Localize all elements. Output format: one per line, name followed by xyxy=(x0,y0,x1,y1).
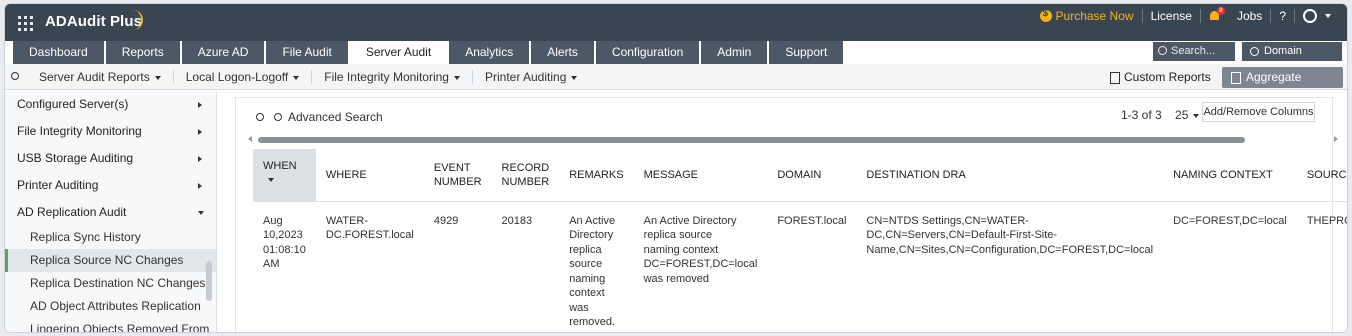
sidebar-item-ad-replication-audit[interactable]: AD Replication Audit xyxy=(5,199,216,226)
coin-icon xyxy=(1039,8,1052,22)
table-row[interactable]: Aug 10,2023 01:08:10 AM WATER- DC.FOREST… xyxy=(253,201,1347,330)
events-table: WHEN WHERE EVENT NUMBER RECORD NUMBER REMA… xyxy=(253,149,1347,330)
sidebar-item-lingering-objects[interactable]: Lingering Objects Removed From xyxy=(5,318,216,332)
table-header-row: WHEN WHERE EVENT NUMBER RECORD NUMBER REMA… xyxy=(253,149,1347,202)
chevron-right-icon xyxy=(198,129,202,135)
license-link[interactable]: License xyxy=(1143,4,1200,28)
advanced-search-icon xyxy=(274,113,282,121)
cell-when: Aug 10,2023 01:08:10 AM xyxy=(263,214,306,271)
chevron-down-icon xyxy=(293,75,300,80)
subnav-printer-auditing[interactable]: Printer Auditing xyxy=(473,70,589,84)
page-size-select[interactable]: 25 xyxy=(1175,108,1200,122)
subnav-server-audit-reports[interactable]: Server Audit Reports xyxy=(27,70,174,84)
main-tabs: Dashboard Reports Azure AD File Audit Se… xyxy=(13,41,845,64)
sidebar-item-replica-source-nc-changes[interactable]: Replica Source NC Changes xyxy=(5,249,216,272)
sidebar-item-ad-object-attributes-replication[interactable]: AD Object Attributes Replication xyxy=(5,295,216,318)
cell-message: An Active Directory replica source namin… xyxy=(643,214,758,285)
sidebar-item-file-integrity-monitoring[interactable]: File Integrity Monitoring xyxy=(5,118,216,145)
horizontal-scrollbar[interactable] xyxy=(248,135,1338,145)
column-header-message[interactable]: MESSAGE xyxy=(633,149,768,202)
cell-naming-context: DC=FOREST,DC=local xyxy=(1173,214,1287,227)
bell-icon: 8 xyxy=(1209,7,1225,22)
sidebar-item-usb-storage-auditing[interactable]: USB Storage Auditing xyxy=(5,145,216,172)
advanced-search-link[interactable]: Advanced Search xyxy=(288,110,383,124)
report-panel: Advanced Search 1-3 of 3 25 Add/Remove C… xyxy=(235,97,1347,332)
chevron-down-icon xyxy=(154,75,161,80)
tab-dashboard[interactable]: Dashboard xyxy=(13,41,104,64)
sort-desc-icon xyxy=(268,178,274,182)
chevron-right-icon xyxy=(198,183,202,189)
cell-destination-dra: CN=NTDS Settings,CN=WATER- DC,CN=Servers… xyxy=(866,214,1154,256)
search-input[interactable]: Search... xyxy=(1153,42,1235,61)
tab-admin[interactable]: Admin xyxy=(701,41,768,64)
tab-configuration[interactable]: Configuration xyxy=(595,41,700,64)
cell-domain: FOREST.local xyxy=(777,214,847,227)
sidebar-item-replica-sync-history[interactable]: Replica Sync History xyxy=(5,226,216,249)
sidebar-collapse-handle[interactable] xyxy=(206,261,212,301)
chevron-down-icon xyxy=(571,75,578,80)
sidebar: Configured Server(s) File Integrity Moni… xyxy=(5,91,217,332)
aggregate-reports-button[interactable]: Aggregate Reports xyxy=(1222,67,1343,105)
subnav-file-integrity-monitoring[interactable]: File Integrity Monitoring xyxy=(312,70,473,84)
add-remove-columns-button[interactable]: Add/Remove Columns xyxy=(1202,102,1315,122)
user-icon xyxy=(1303,9,1317,23)
top-bar: ADAudit Plus Purchase Now License 8 Jobs… xyxy=(5,4,1347,41)
scroll-right-icon[interactable] xyxy=(1334,136,1338,142)
column-header-when[interactable]: WHEN xyxy=(253,149,316,202)
tab-analytics[interactable]: Analytics xyxy=(449,41,530,64)
cell-event-number: 4929 xyxy=(433,214,459,227)
sidebar-item-replica-destination-nc-changes[interactable]: Replica Destination NC Changes xyxy=(5,272,216,295)
column-header-where[interactable]: WHERE xyxy=(315,149,424,202)
tab-file-audit[interactable]: File Audit xyxy=(266,41,348,64)
tab-alerts[interactable]: Alerts xyxy=(531,41,594,64)
scroll-left-icon[interactable] xyxy=(248,136,252,142)
cell-source-address: THEPROFESSOR.FOR xyxy=(1306,214,1347,227)
column-header-domain[interactable]: DOMAIN xyxy=(767,149,857,202)
chevron-right-icon xyxy=(198,102,202,108)
purchase-now-link[interactable]: Purchase Now xyxy=(1032,4,1142,28)
user-menu[interactable] xyxy=(1295,4,1339,28)
column-header-event-number[interactable]: EVENT NUMBER xyxy=(423,149,492,202)
subnav-local-logon-logoff[interactable]: Local Logon-Logoff xyxy=(174,70,313,84)
search-icon[interactable] xyxy=(11,72,19,80)
tab-reports[interactable]: Reports xyxy=(105,41,180,64)
chevron-right-icon xyxy=(198,156,202,162)
column-header-destination-dra[interactable]: DESTINATION DRA xyxy=(856,149,1164,202)
app-grid-icon[interactable] xyxy=(18,16,33,31)
cell-remarks: An Active Directory replica source namin… xyxy=(569,214,616,329)
pagination: 1-3 of 3 25 xyxy=(1121,108,1200,122)
jobs-link[interactable]: Jobs xyxy=(1229,4,1270,28)
sidebar-item-printer-auditing[interactable]: Printer Auditing xyxy=(5,172,216,199)
sidebar-item-configured-servers[interactable]: Configured Server(s) xyxy=(5,91,216,118)
chevron-down-icon xyxy=(1325,14,1331,18)
advanced-search-bar[interactable]: Advanced Search xyxy=(256,110,383,124)
top-right-menu: Purchase Now License 8 Jobs ? xyxy=(1032,4,1339,28)
app-logo: ADAudit Plus xyxy=(45,13,143,30)
tab-server-audit[interactable]: Server Audit xyxy=(349,41,448,64)
cell-where: WATER- DC.FOREST.local xyxy=(325,214,414,242)
chevron-down-icon xyxy=(198,211,204,215)
notifications-button[interactable]: 8 xyxy=(1201,4,1229,28)
help-button[interactable]: ? xyxy=(1271,4,1294,28)
column-header-record-number[interactable]: RECORD NUMBER xyxy=(491,149,560,202)
tab-support[interactable]: Support xyxy=(769,41,844,64)
chevron-down-icon xyxy=(453,75,460,80)
search-icon[interactable] xyxy=(256,113,264,121)
main-content: Advanced Search 1-3 of 3 25 Add/Remove C… xyxy=(218,91,1347,332)
scrollbar-thumb[interactable] xyxy=(258,137,1245,143)
tab-azure-ad[interactable]: Azure AD xyxy=(181,41,265,64)
column-header-remarks[interactable]: REMARKS xyxy=(559,149,634,202)
domain-settings-button[interactable]: Domain Settings xyxy=(1242,42,1342,76)
column-header-naming-context[interactable]: NAMING CONTEXT xyxy=(1163,149,1297,202)
notification-badge: 8 xyxy=(1216,7,1225,15)
cell-record-number: 20183 xyxy=(501,214,533,227)
app-window: ADAudit Plus Purchase Now License 8 Jobs… xyxy=(4,3,1348,333)
custom-reports-button[interactable]: Custom Reports xyxy=(1110,70,1211,84)
chevron-down-icon xyxy=(1193,113,1200,118)
pagination-info: 1-3 of 3 xyxy=(1121,108,1162,122)
column-header-source-address[interactable]: SOURCE ADDRESS xyxy=(1296,149,1347,202)
